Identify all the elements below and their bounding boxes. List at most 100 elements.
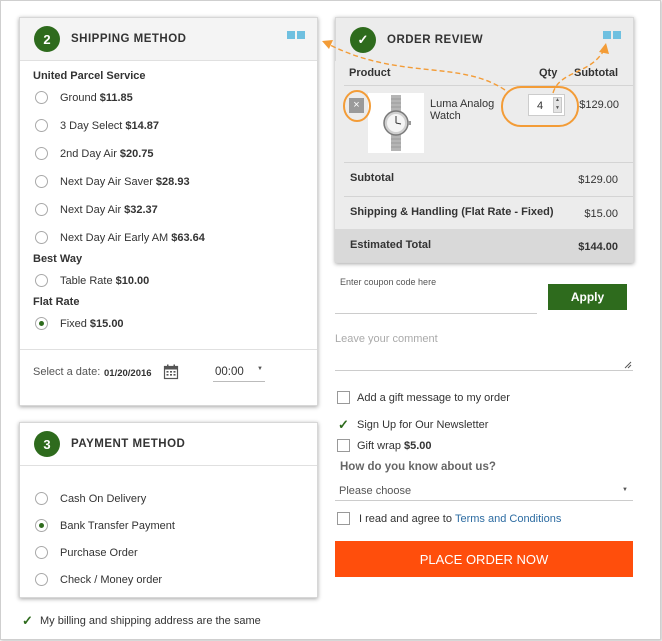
gift-message-label: Add a gift message to my order [357,391,510,404]
chevron-up-icon[interactable]: ▲ [555,97,560,103]
radio-icon[interactable] [35,274,48,287]
terms-row[interactable]: I read and agree to Terms and Conditions [337,512,561,525]
subtotal-value: $129.00 [578,174,618,186]
comment-placeholder: Leave your comment [335,333,438,345]
terms-prefix: I read and agree to [359,512,452,525]
option-label: Purchase Order [60,546,138,559]
divider [344,85,633,86]
radio-icon[interactable] [35,492,48,505]
shipping-option-ground[interactable]: Ground $11.85 [35,91,133,104]
coupon-placeholder: Enter coupon code here [340,277,437,287]
newsletter-row[interactable]: ✓ Sign Up for Our Newsletter [337,417,488,433]
option-price: $28.93 [155,175,190,188]
shipping-group-ups: United Parcel Service [33,70,146,82]
checkmark-icon[interactable]: ✓ [21,613,34,629]
drag-handle-icon[interactable] [287,31,305,39]
terms-link[interactable]: Terms and Conditions [455,513,561,525]
shipping-step-number: 2 [34,26,60,52]
delivery-date-row: Select a date: 01/20/2016 00:00 ▼ [20,349,317,406]
option-price: $14.87 [125,119,160,132]
time-value: 00:00 [215,366,244,378]
shipping-title: SHIPPING METHOD [71,33,187,45]
payment-option-bank-transfer[interactable]: Bank Transfer Payment [35,519,175,532]
shipping-option-3day[interactable]: 3 Day Select $14.87 [35,119,159,132]
radio-icon[interactable] [35,91,48,104]
chevron-down-icon[interactable]: ▼ [555,105,560,111]
radio-icon[interactable] [35,231,48,244]
watch-image-icon [383,95,411,151]
shipping-option-nextday-saver[interactable]: Next Day Air Saver $28.93 [35,175,190,188]
shipping-group-bestway: Best Way [33,253,83,265]
coupon-field[interactable]: Enter coupon code here [335,272,537,314]
time-select[interactable]: 00:00 ▼ [213,363,265,382]
review-title: ORDER REVIEW [387,33,484,46]
option-label: Check / Money order [60,573,163,586]
subtotal-label: Subtotal [350,172,394,184]
review-table: Product Qty Subtotal × Luma Analog Watch… [335,61,633,262]
radio-icon[interactable] [35,175,48,188]
review-header: ✓ ORDER REVIEW [336,18,633,61]
payment-option-cod[interactable]: Cash On Delivery [35,492,146,505]
apply-coupon-button[interactable]: Apply [548,284,627,310]
payment-method-card: 3 PAYMENT METHOD Cash On Delivery Bank T… [19,422,318,598]
gift-message-row[interactable]: Add a gift message to my order [337,391,510,404]
radio-selected-icon[interactable] [35,519,48,532]
shipping-option-fixed[interactable]: Fixed $15.00 [35,317,124,330]
radio-selected-icon[interactable] [35,317,48,330]
gift-wrap-price: $5.00 [404,439,432,452]
shipping-option-nextday[interactable]: Next Day Air $32.37 [35,203,158,216]
product-image [368,93,424,153]
payment-option-purchase-order[interactable]: Purchase Order [35,546,138,559]
estimated-total-row: Estimated Total $144.00 [335,229,633,262]
gift-wrap-checkbox[interactable] [337,439,350,452]
shipping-option-2day[interactable]: 2nd Day Air $20.75 [35,147,154,160]
col-subtotal: Subtotal [574,67,618,79]
terms-checkbox[interactable] [337,512,350,525]
product-name: Luma Analog Watch [430,98,495,122]
qty-input[interactable]: 4 ▲ ▼ [528,94,565,116]
radio-icon[interactable] [35,203,48,216]
option-label: 3 Day Select [60,119,123,132]
option-label: Fixed [60,317,87,330]
payment-title: PAYMENT METHOD [71,438,186,450]
qty-value: 4 [537,100,544,112]
calendar-icon[interactable] [163,364,179,380]
shipping-group-flatrate: Flat Rate [33,296,80,308]
radio-icon[interactable] [35,573,48,586]
gift-wrap-row[interactable]: Gift wrap $5.00 [337,439,432,452]
col-product: Product [349,67,391,79]
shipping-method-card: 2 SHIPPING METHOD United Parcel Service … [19,17,318,406]
divider [344,162,633,163]
radio-icon[interactable] [35,147,48,160]
checkmark-icon[interactable]: ✓ [337,417,350,433]
option-price: $15.00 [89,317,124,330]
divider [344,196,633,197]
date-value[interactable]: 01/20/2016 [104,368,152,379]
remove-item-button[interactable]: × [349,98,364,113]
place-order-button[interactable]: PLACE ORDER NOW [335,541,633,577]
option-price: $20.75 [119,147,154,160]
payment-option-check[interactable]: Check / Money order [35,573,162,586]
qty-stepper[interactable]: ▲ ▼ [553,97,562,113]
shipping-option-table-rate[interactable]: Table Rate $10.00 [35,274,149,287]
comment-textarea[interactable]: Leave your comment [335,325,633,371]
drag-handle-icon[interactable] [603,31,621,39]
radio-icon[interactable] [35,546,48,559]
date-label: Select a date: [33,366,101,378]
option-label: Next Day Air Saver [60,175,153,188]
option-label: Bank Transfer Payment [60,519,175,532]
total-value: $144.00 [578,241,618,253]
radio-icon[interactable] [35,119,48,132]
gift-message-checkbox[interactable] [337,391,350,404]
resize-handle-icon[interactable] [624,361,632,369]
newsletter-label: Sign Up for Our Newsletter [357,419,489,431]
option-price: $10.00 [115,274,150,287]
option-label: Table Rate [60,274,113,287]
billing-same-row[interactable]: ✓ My billing and shipping address are th… [21,613,261,629]
survey-question: How do you know about us? [340,461,496,473]
gift-wrap-label: Gift wrap [357,439,402,452]
shipping-header: 2 SHIPPING METHOD [20,18,317,61]
shipping-option-nextday-early[interactable]: Next Day Air Early AM $63.64 [35,231,205,244]
option-label: Next Day Air [60,203,122,216]
survey-select[interactable]: Please choose ▼ [335,481,633,501]
